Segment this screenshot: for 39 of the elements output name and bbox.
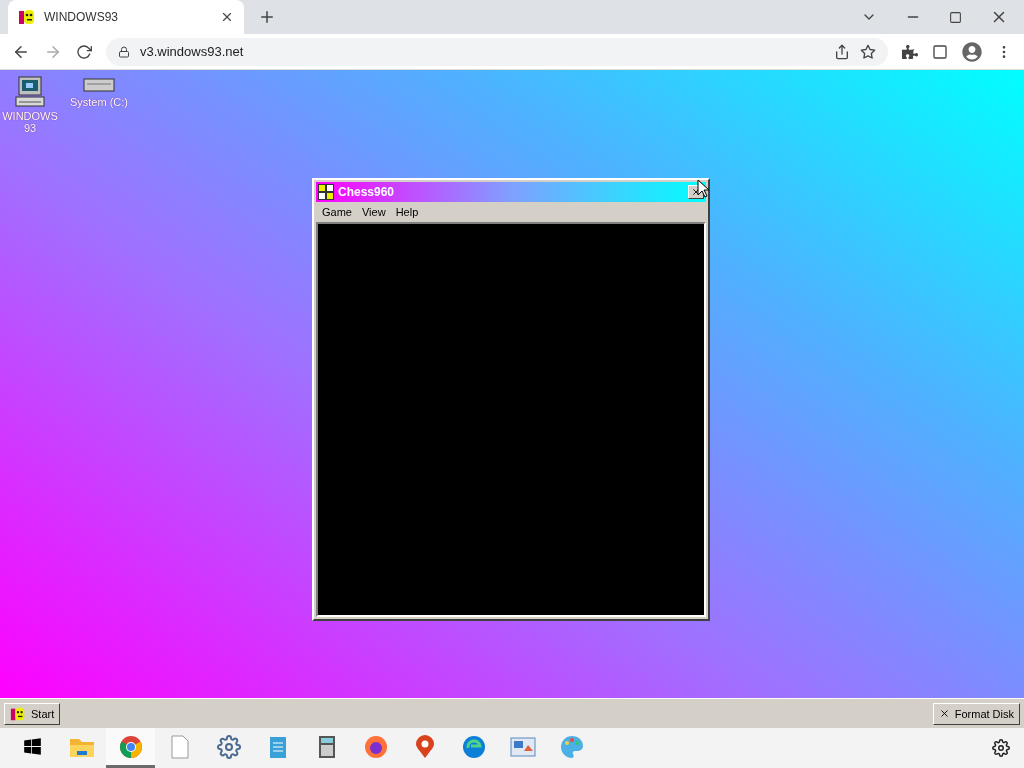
menu-item[interactable]: Help (391, 205, 423, 219)
settings-icon[interactable] (992, 739, 1010, 757)
palette-icon (559, 734, 584, 759)
chrome-icon (118, 734, 143, 759)
menu-item[interactable]: Game (318, 205, 356, 219)
reload-icon[interactable] (76, 43, 92, 60)
computer-icon (14, 76, 46, 108)
settings-icon (216, 734, 241, 759)
firefox-icon (363, 734, 388, 759)
url-text: v3.windows93.net (140, 44, 245, 59)
logo-icon (10, 705, 26, 722)
menu-item[interactable]: View (357, 205, 390, 219)
chess-icon (318, 184, 334, 200)
lock-icon (118, 45, 130, 58)
task-button[interactable]: Format Disk (932, 702, 1020, 725)
browser-tab[interactable]: WINDOWS93 (8, 0, 244, 34)
puzzle-icon[interactable] (902, 43, 918, 60)
star-icon[interactable] (860, 43, 876, 60)
notepad-icon (268, 734, 287, 759)
close-icon[interactable] (220, 10, 234, 24)
share-icon[interactable] (834, 43, 850, 60)
drive-icon (83, 76, 115, 94)
calculator-icon (317, 734, 336, 759)
side-panel-icon[interactable] (932, 43, 948, 60)
window-title: Chess960 (338, 185, 396, 199)
close-icon (938, 708, 950, 719)
restore-icon[interactable] (949, 10, 962, 24)
display-icon (509, 735, 536, 758)
tab-title: WINDOWS93 (44, 10, 119, 24)
taskbar-app[interactable] (106, 728, 155, 768)
profile-icon[interactable] (962, 41, 982, 62)
map-pin-icon (414, 734, 435, 759)
file-icon (170, 734, 189, 759)
start-button[interactable]: Start (4, 702, 61, 725)
address-bar[interactable]: v3.windows93.net (106, 37, 888, 66)
tab-favicon-icon (18, 8, 36, 26)
new-tab-icon[interactable] (258, 8, 276, 26)
windows-icon (23, 737, 42, 756)
edge-icon (461, 734, 486, 759)
